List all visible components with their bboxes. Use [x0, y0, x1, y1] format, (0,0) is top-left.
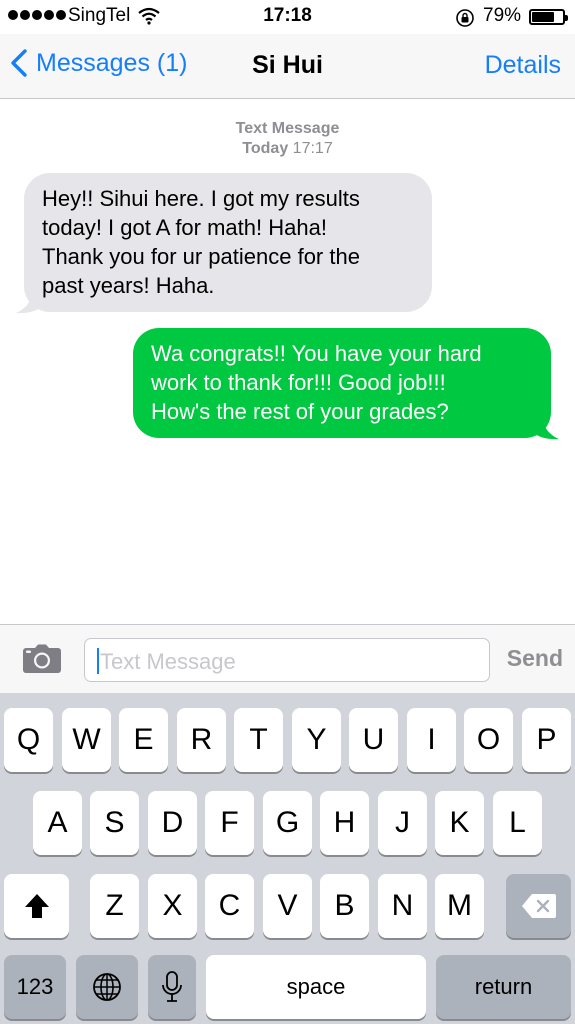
details-button[interactable]: Details — [485, 51, 561, 80]
message-input[interactable]: Text Message — [84, 638, 490, 682]
send-button[interactable]: Send — [507, 645, 563, 672]
message-type-label: Text Message — [235, 120, 340, 137]
key-q[interactable]: Q — [4, 708, 53, 772]
battery-icon — [529, 9, 568, 25]
key-w[interactable]: W — [62, 708, 111, 772]
key-r[interactable]: R — [177, 708, 226, 772]
key-c[interactable]: C — [205, 874, 254, 938]
message-input-placeholder: Text Message — [100, 649, 236, 674]
microphone-icon — [162, 971, 182, 1002]
key-e[interactable]: E — [119, 708, 168, 772]
key-t[interactable]: T — [234, 708, 283, 772]
key-b[interactable]: B — [320, 874, 369, 938]
dictation-key[interactable] — [148, 955, 196, 1019]
key-i[interactable]: I — [407, 708, 456, 772]
battery-percentage: 79% — [483, 5, 522, 26]
text-cursor — [97, 648, 99, 674]
key-x[interactable]: X — [148, 874, 197, 938]
key-y[interactable]: Y — [292, 708, 341, 772]
message-line: past years! Haha. — [42, 273, 215, 298]
globe-key[interactable] — [76, 955, 138, 1019]
return-key[interactable]: return — [436, 955, 571, 1019]
message-timestamp: Text Message Today 17:17 — [0, 119, 575, 159]
key-n[interactable]: N — [378, 874, 427, 938]
key-p[interactable]: P — [522, 708, 571, 772]
shift-arrow-icon — [24, 894, 49, 918]
key-g[interactable]: G — [263, 791, 312, 855]
key-a[interactable]: A — [33, 791, 82, 855]
message-input-bar: Text Message Send — [0, 624, 575, 693]
camera-icon[interactable] — [22, 644, 62, 679]
key-o[interactable]: O — [464, 708, 513, 772]
message-thread: Text Message Today 17:17 Hey!! Sihui her… — [0, 99, 575, 624]
space-key[interactable]: space — [206, 955, 426, 1019]
message-line: Hey!! Sihui here. I got my results — [42, 186, 360, 211]
key-j[interactable]: J — [378, 791, 427, 855]
backspace-key[interactable] — [506, 874, 571, 938]
keyboard: Q W E R T Y U I O P A S D F G H J K L Z … — [0, 693, 575, 1024]
key-u[interactable]: U — [349, 708, 398, 772]
key-k[interactable]: K — [435, 791, 484, 855]
numbers-key[interactable]: 123 — [4, 955, 66, 1019]
key-m[interactable]: M — [435, 874, 484, 938]
chevron-left-icon — [11, 49, 27, 77]
message-line: today! I got A for math! Haha! — [42, 215, 327, 240]
back-button[interactable]: Messages (1) — [10, 48, 187, 78]
back-button-label: Messages (1) — [36, 48, 188, 77]
navigation-bar: Messages (1) Si Hui Details — [0, 34, 575, 99]
outgoing-message-bubble[interactable]: Wa congrats!! You have your hard work to… — [133, 328, 551, 438]
message-line: How's the rest of your grades? — [151, 399, 449, 424]
orientation-lock-icon — [455, 8, 475, 34]
timestamp-time: 17:17 — [292, 140, 333, 157]
key-l[interactable]: L — [493, 791, 542, 855]
message-line: work to thank for!!! Good job!!! — [151, 370, 446, 395]
incoming-message-bubble[interactable]: Hey!! Sihui here. I got my results today… — [24, 173, 432, 312]
shift-key[interactable] — [4, 874, 69, 938]
key-z[interactable]: Z — [90, 874, 139, 938]
message-line: Wa congrats!! You have your hard — [151, 341, 482, 366]
key-f[interactable]: F — [205, 791, 254, 855]
globe-icon — [93, 973, 121, 1001]
key-v[interactable]: V — [263, 874, 312, 938]
key-s[interactable]: S — [90, 791, 139, 855]
key-h[interactable]: H — [320, 791, 369, 855]
key-d[interactable]: D — [148, 791, 197, 855]
message-line: Thank you for ur patience for the — [42, 244, 360, 269]
timestamp-day: Today — [242, 140, 289, 157]
backspace-icon — [521, 894, 556, 918]
status-bar: SingTel 17:18 79% — [0, 0, 575, 34]
